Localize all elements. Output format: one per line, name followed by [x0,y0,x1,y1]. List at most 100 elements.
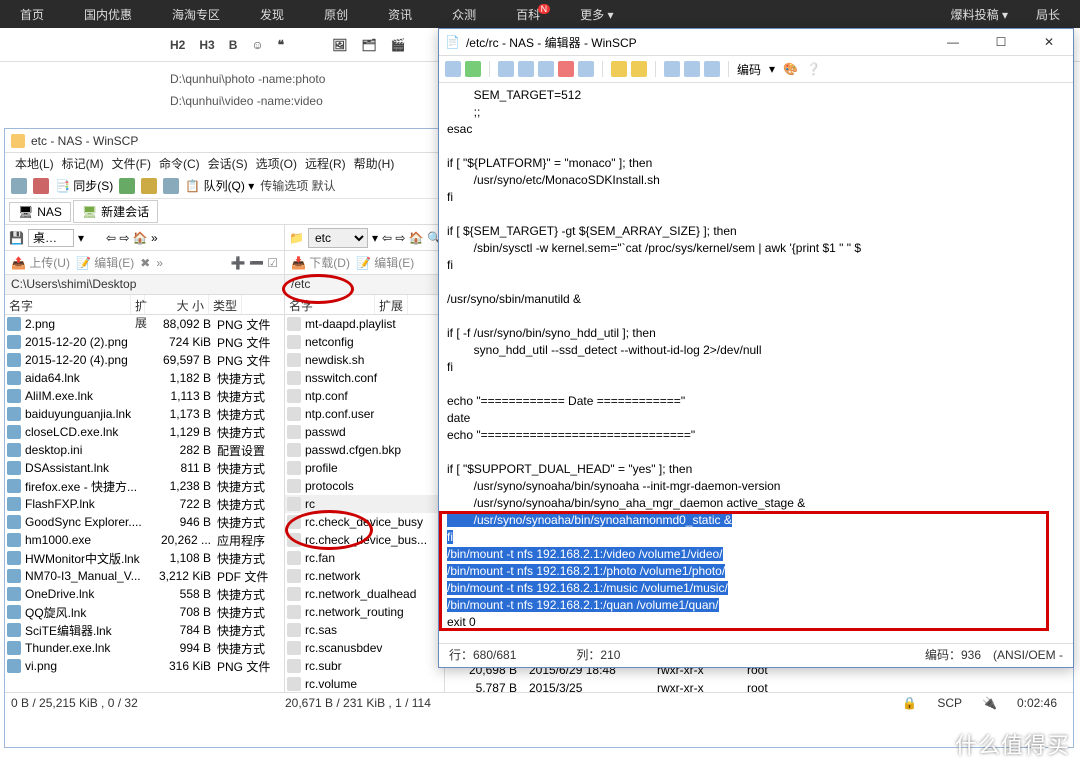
list-item[interactable]: vi.png316 KiBPNG 文件 [5,657,284,675]
nav-item[interactable]: 众测 [452,6,476,23]
minimize-button[interactable]: — [935,35,971,49]
table-row[interactable]: 5,787 B2015/3/25rwxr-xr-xroot [445,679,1073,692]
list-item[interactable]: rc.fan [285,549,444,567]
list-item[interactable]: AliIM.exe.lnk1,113 B快捷方式 [5,387,284,405]
redo-icon[interactable] [631,61,647,77]
h2-button[interactable]: H2 [170,38,185,52]
list-item[interactable]: rc.sas [285,621,444,639]
list-item[interactable]: OneDrive.lnk558 B快捷方式 [5,585,284,603]
tool-icon[interactable] [163,178,179,194]
remote-path-select[interactable]: etc [308,228,368,248]
list-item[interactable]: rc.subr [285,657,444,675]
list-item[interactable]: rc.network [285,567,444,585]
paste-icon[interactable] [538,61,554,77]
download-button[interactable]: 📥 下载(D) [291,254,350,271]
list-item[interactable]: 2015-12-20 (2).png724 KiBPNG 文件 [5,333,284,351]
transfer-opts[interactable]: 传输选项 默认 [260,177,335,194]
remote-file-list[interactable]: 名字扩展 mt-daapd.playlistnetconfignewdisk.s… [285,295,445,692]
list-item[interactable]: rc.volume [285,675,444,692]
list-item[interactable]: rc [285,495,444,513]
tool-icon[interactable] [119,178,135,194]
list-item[interactable]: rc.scanusbdev [285,639,444,657]
nav-item[interactable]: 首页 [20,6,44,23]
list-item[interactable]: Thunder.exe.lnk994 B快捷方式 [5,639,284,657]
delete-icon[interactable]: ✖ [140,256,150,270]
edit-button[interactable]: 📝 编辑(E) [76,254,134,271]
list-item[interactable]: ntp.conf [285,387,444,405]
h3-button[interactable]: H3 [199,38,214,52]
nav-item[interactable]: 发现 [260,6,284,23]
goto-icon[interactable] [704,61,720,77]
cut-icon[interactable] [518,61,534,77]
list-item[interactable]: firefox.exe - 快捷方...1,238 B快捷方式 [5,477,284,495]
list-item[interactable]: DSAssistant.lnk811 B快捷方式 [5,459,284,477]
encoding-menu[interactable]: 编码 [737,61,761,78]
find-icon[interactable] [664,61,680,77]
tab-new-session[interactable]: 🖥新建会话 [73,200,158,223]
delete-icon[interactable] [558,61,574,77]
nav-item[interactable]: 国内优惠 [84,6,132,23]
list-item[interactable]: QQ旋风.lnk708 B快捷方式 [5,603,284,621]
nav-item[interactable]: 百科N [516,6,540,23]
list-item[interactable]: ntp.conf.user [285,405,444,423]
edit-button[interactable]: 📝 编辑(E) [356,254,414,271]
list-item[interactable]: aida64.lnk1,182 B快捷方式 [5,369,284,387]
list-item[interactable]: HWMonitor中文版.lnk1,108 B快捷方式 [5,549,284,567]
tab-nas[interactable]: 🖥NAS [9,202,71,222]
nav-icon[interactable] [88,231,102,245]
list-item[interactable]: newdisk.sh [285,351,444,369]
nav-item[interactable]: 原创 [324,6,348,23]
help-icon[interactable]: ❔ [806,62,821,76]
list-item[interactable]: hm1000.exe20,262 ...应用程序 [5,531,284,549]
select-icon[interactable] [578,61,594,77]
list-item[interactable]: closeLCD.exe.lnk1,129 B快捷方式 [5,423,284,441]
list-item[interactable]: rc.check_device_busy [285,513,444,531]
copy-icon[interactable] [498,61,514,77]
quote-icon[interactable]: ❝ [278,38,284,52]
list-item[interactable]: 2015-12-20 (4).png69,597 BPNG 文件 [5,351,284,369]
list-item[interactable]: GoodSync Explorer....946 B快捷方式 [5,513,284,531]
list-item[interactable]: baiduyunguanjia.lnk1,173 B快捷方式 [5,405,284,423]
list-item[interactable]: nsswitch.conf [285,369,444,387]
local-file-list[interactable]: 名字扩展大 小类型 2.png88,092 BPNG 文件2015-12-20 … [5,295,285,692]
video-icon[interactable]: 🎬 [391,38,406,52]
list-item[interactable]: SciTE编辑器.lnk784 B快捷方式 [5,621,284,639]
list-item[interactable]: protocols [285,477,444,495]
editor-body[interactable]: SEM_TARGET=512 ;; esac if [ "${PLATFORM}… [439,83,1073,643]
local-path-input[interactable] [28,229,74,247]
tool-icon[interactable] [33,178,49,194]
undo-icon[interactable] [611,61,627,77]
list-item[interactable]: desktop.ini282 B配置设置 [5,441,284,459]
close-button[interactable]: ✕ [1031,35,1067,49]
list-item[interactable]: netconfig [285,333,444,351]
color-icon[interactable]: 🎨 [783,62,798,76]
list-item[interactable]: profile [285,459,444,477]
list-item[interactable]: NM70-I3_Manual_V...3,212 KiBPDF 文件 [5,567,284,585]
replace-icon[interactable] [684,61,700,77]
upload-button[interactable]: 📤 上传(U) [11,254,70,271]
list-item[interactable]: rc.network_routing [285,603,444,621]
save-icon[interactable] [445,61,461,77]
tool-icon[interactable] [141,178,157,194]
nav-item-more[interactable]: 更多 ▾ [580,6,613,23]
list-item[interactable]: 2.png88,092 BPNG 文件 [5,315,284,333]
card-icon[interactable]: 🗂 [361,38,376,52]
list-item[interactable]: rc.network_dualhead [285,585,444,603]
sync-button[interactable]: 📑 同步(S) [55,177,113,194]
tool-icon[interactable] [11,178,27,194]
queue-button[interactable]: 📋 队列(Q) ▾ [185,177,254,194]
nav-submit[interactable]: 爆料投稿 ▾ [951,6,1008,23]
bold-button[interactable]: B [229,38,238,52]
image-icon[interactable]: 🖼 [332,38,347,52]
list-item[interactable]: mt-daapd.playlist [285,315,444,333]
reload-icon[interactable] [465,61,481,77]
list-item[interactable]: passwd [285,423,444,441]
list-item[interactable]: rc.check_device_bus... [285,531,444,549]
list-item[interactable]: passwd.cfgen.bkp [285,441,444,459]
list-item[interactable]: FlashFXP.lnk722 B快捷方式 [5,495,284,513]
nav-item[interactable]: 资讯 [388,6,412,23]
maximize-button[interactable]: ☐ [983,35,1019,49]
nav-item[interactable]: 海淘专区 [172,6,220,23]
emoji-icon[interactable]: ☺ [251,38,263,52]
nav-user[interactable]: 局长 [1036,6,1060,23]
